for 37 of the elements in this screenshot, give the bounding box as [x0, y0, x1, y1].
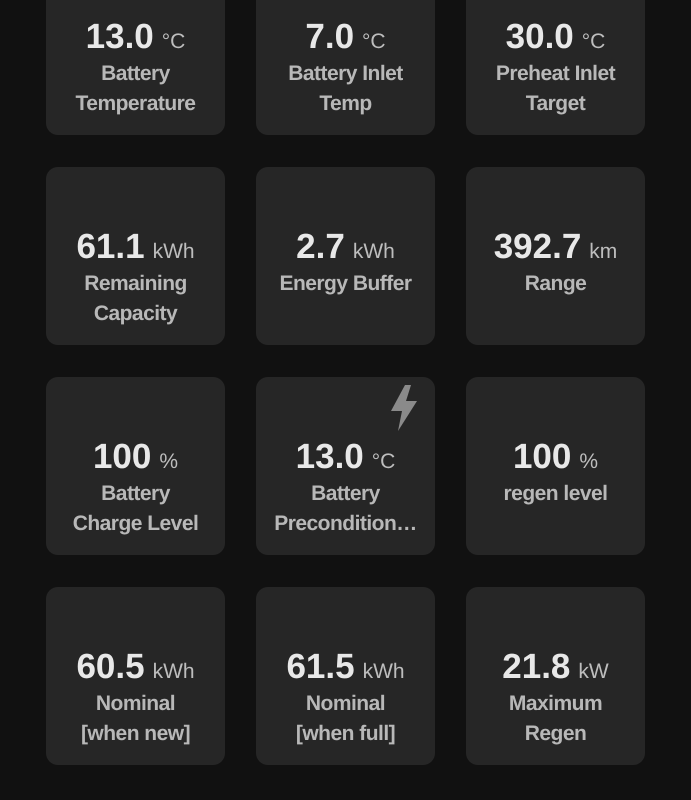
unit-text: %	[159, 450, 178, 474]
value-text: 61.1	[76, 227, 145, 267]
value-text: 13.0	[296, 437, 364, 477]
value-text: 100	[512, 437, 572, 477]
lightning-icon	[389, 385, 419, 431]
unit-text: kWh	[362, 660, 405, 684]
unit-text: °C	[162, 30, 186, 54]
unit-text: kWh	[152, 660, 195, 684]
unit-text: kWh	[352, 240, 395, 264]
label-text: Nominal [when full]	[296, 691, 396, 747]
value-text: 100	[92, 437, 152, 477]
label-text: Remaining Capacity	[84, 271, 187, 327]
value-text: 21.8	[502, 647, 570, 687]
unit-text: km	[589, 240, 618, 264]
unit-text: °C	[372, 450, 396, 474]
value-text: 61.5	[286, 647, 355, 687]
value-text: 7.0	[305, 17, 354, 57]
value-text: 13.0	[86, 17, 154, 57]
value-text: 60.5	[76, 647, 145, 687]
label-text: Maximum Regen	[508, 691, 602, 747]
value-text: 2.7	[296, 227, 345, 267]
label-text: Battery Precondition…	[274, 481, 417, 537]
label-text: Preheat Inlet Target	[496, 61, 616, 117]
value-text: 30.0	[506, 17, 574, 57]
label-text: Battery Inlet Temp	[288, 61, 403, 117]
unit-text: °C	[362, 30, 386, 54]
unit-text: kW	[578, 660, 609, 684]
value-text: 392.7	[494, 227, 582, 267]
unit-text: %	[579, 450, 598, 474]
label-text: Range	[524, 271, 586, 297]
label-text: Battery Charge Level	[72, 481, 198, 537]
label-text: regen level	[504, 481, 608, 507]
label-text: Nominal [when new]	[80, 691, 190, 747]
label-text: Energy Buffer	[279, 271, 412, 297]
label-text: Battery Temperature	[76, 61, 196, 117]
unit-text: kWh	[152, 240, 195, 264]
unit-text: °C	[582, 30, 606, 54]
